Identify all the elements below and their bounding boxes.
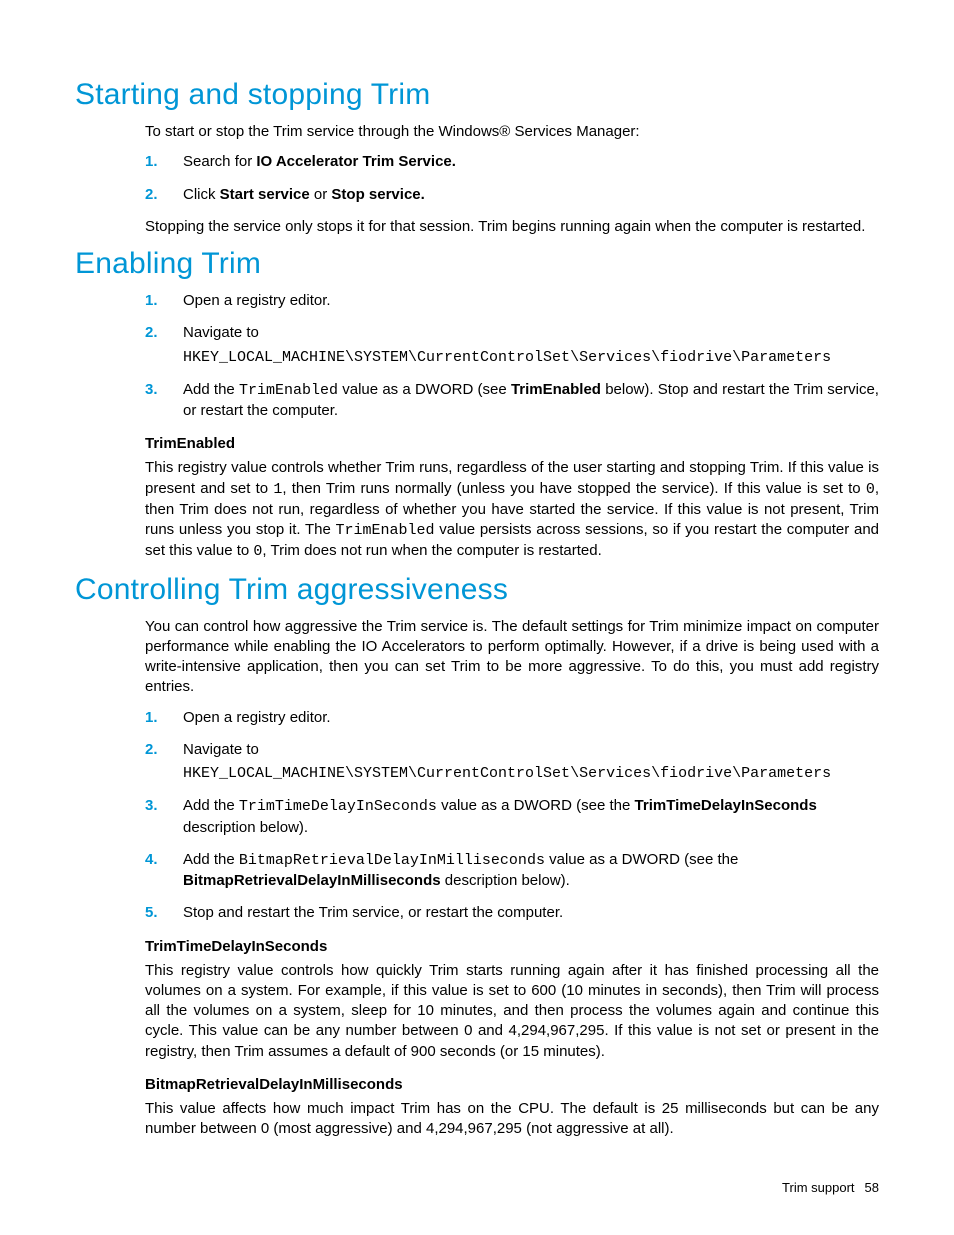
para-mono: 0 xyxy=(866,481,875,498)
subhead-bitmapretrievaldelay: BitmapRetrievalDelayInMilliseconds xyxy=(145,1076,879,1093)
step-text: Search for xyxy=(183,153,256,170)
para-mono: 1 xyxy=(273,481,282,498)
section2-step2: Navigate to HKEY_LOCAL_MACHINE\SYSTEM\Cu… xyxy=(145,323,879,368)
footer-label: Trim support xyxy=(782,1180,854,1195)
heading-enabling-trim: Enabling Trim xyxy=(75,247,879,281)
step-text: Click xyxy=(183,186,220,203)
subhead-trimenabled: TrimEnabled xyxy=(145,435,879,452)
step-bold: BitmapRetrievalDelayInMilliseconds xyxy=(183,872,441,889)
section1-steps: Search for IO Accelerator Trim Service. … xyxy=(145,152,879,205)
step-text: Navigate to xyxy=(183,324,259,341)
step-text: value as a DWORD (see the xyxy=(545,851,738,868)
step-bold: TrimEnabled xyxy=(511,381,601,398)
step-bold: TrimTimeDelayInSeconds xyxy=(635,797,817,814)
registry-path: HKEY_LOCAL_MACHINE\SYSTEM\CurrentControl… xyxy=(183,764,879,784)
section3-step2: Navigate to HKEY_LOCAL_MACHINE\SYSTEM\Cu… xyxy=(145,740,879,785)
subhead-trimtimedelay: TrimTimeDelayInSeconds xyxy=(145,938,879,955)
step-text: or xyxy=(310,186,332,203)
bitmapretrievaldelay-paragraph: This value affects how much impact Trim … xyxy=(145,1099,879,1140)
trimenabled-paragraph: This registry value controls whether Tri… xyxy=(145,458,879,562)
step-text: value as a DWORD (see the xyxy=(437,797,635,814)
step-text: Add the xyxy=(183,797,239,814)
section3-step1: Open a registry editor. xyxy=(145,708,879,728)
para-mono: TrimEnabled xyxy=(336,522,435,539)
registry-path: HKEY_LOCAL_MACHINE\SYSTEM\CurrentControl… xyxy=(183,348,879,368)
step-text: Add the xyxy=(183,851,239,868)
section1-body: To start or stop the Trim service throug… xyxy=(145,122,879,237)
page-number: 58 xyxy=(865,1180,879,1195)
step-bold: IO Accelerator Trim Service. xyxy=(256,153,456,170)
section2-step3: Add the TrimEnabled value as a DWORD (se… xyxy=(145,380,879,422)
step-text: description below). xyxy=(183,819,308,836)
step-mono: BitmapRetrievalDelayInMilliseconds xyxy=(239,852,545,869)
document-page: Starting and stopping Trim To start or s… xyxy=(0,0,954,1235)
heading-starting-stopping-trim: Starting and stopping Trim xyxy=(75,78,879,112)
section1-step2: Click Start service or Stop service. xyxy=(145,185,879,205)
section1-step1: Search for IO Accelerator Trim Service. xyxy=(145,152,879,172)
step-text: description below). xyxy=(441,872,570,889)
para-text: , Trim does not run when the computer is… xyxy=(262,542,601,559)
step-text: value as a DWORD (see xyxy=(338,381,511,398)
section1-outro: Stopping the service only stops it for t… xyxy=(145,217,879,237)
section3-step3: Add the TrimTimeDelayInSeconds value as … xyxy=(145,796,879,838)
page-footer: Trim support 58 xyxy=(782,1180,879,1195)
section1-intro: To start or stop the Trim service throug… xyxy=(145,122,879,142)
step-mono: TrimTimeDelayInSeconds xyxy=(239,798,437,815)
step-bold: Start service xyxy=(220,186,310,203)
section2-step1: Open a registry editor. xyxy=(145,291,879,311)
section3-steps: Open a registry editor. Navigate to HKEY… xyxy=(145,708,879,924)
section3-intro: You can control how aggressive the Trim … xyxy=(145,617,879,698)
section3-body: You can control how aggressive the Trim … xyxy=(145,617,879,1140)
step-mono: TrimEnabled xyxy=(239,382,338,399)
step-text: Add the xyxy=(183,381,239,398)
section3-step4: Add the BitmapRetrievalDelayInMillisecon… xyxy=(145,850,879,892)
section2-steps: Open a registry editor. Navigate to HKEY… xyxy=(145,291,879,421)
step-text: Navigate to xyxy=(183,741,259,758)
section2-body: Open a registry editor. Navigate to HKEY… xyxy=(145,291,879,563)
section3-step5: Stop and restart the Trim service, or re… xyxy=(145,903,879,923)
trimtimedelay-paragraph: This registry value controls how quickly… xyxy=(145,961,879,1062)
heading-controlling-trim-aggressiveness: Controlling Trim aggressiveness xyxy=(75,573,879,607)
para-text: , then Trim runs normally (unless you ha… xyxy=(282,480,865,497)
step-bold: Stop service. xyxy=(331,186,424,203)
